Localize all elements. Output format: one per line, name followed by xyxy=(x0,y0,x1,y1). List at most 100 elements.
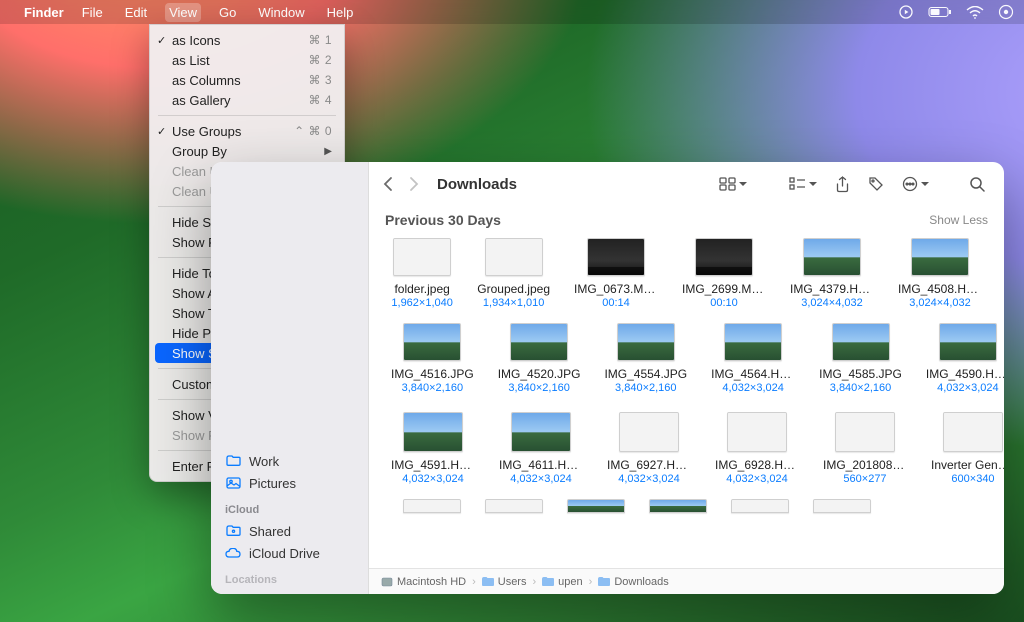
path-crumb[interactable]: Downloads xyxy=(598,576,668,588)
file-item[interactable]: IMG_2699.MOV00:10 xyxy=(682,238,766,309)
menu-item[interactable]: Group By▶ xyxy=(150,141,344,161)
file-thumbnail xyxy=(617,323,675,361)
file-meta: 3,840×2,160 xyxy=(615,382,676,394)
file-item[interactable]: IMG_4591.HEIC4,032×3,024 xyxy=(391,412,475,485)
path-crumb[interactable]: upen xyxy=(542,576,582,588)
menubar-item-window[interactable]: Window xyxy=(254,3,308,22)
action-button[interactable] xyxy=(897,174,934,194)
file-item[interactable]: IMG_20180830_211407.jpg560×277 xyxy=(823,412,907,485)
file-meta: 4,032×3,024 xyxy=(726,473,787,485)
file-thumbnail xyxy=(619,412,679,452)
file-thumbnail xyxy=(724,323,782,361)
menubar-item-edit[interactable]: Edit xyxy=(121,3,151,22)
file-meta: 560×277 xyxy=(843,473,886,485)
file-item[interactable]: folder.jpeg1,962×1,040 xyxy=(391,238,453,309)
finder-window: Work Pictures iCloud Shared iCloud Drive… xyxy=(211,162,1004,594)
file-item[interactable]: IMG_4564.HEIC4,032×3,024 xyxy=(711,323,795,394)
chevron-right-icon: › xyxy=(472,576,476,588)
file-meta: 3,840×2,160 xyxy=(508,382,569,394)
file-meta: 00:14 xyxy=(602,297,630,309)
menubar-item-file[interactable]: File xyxy=(78,3,107,22)
file-thumbnail xyxy=(511,412,571,452)
file-thumbnail xyxy=(403,323,461,361)
menu-item-label: as List xyxy=(172,53,210,68)
file-meta: 3,840×2,160 xyxy=(830,382,891,394)
sidebar-item-work[interactable]: Work xyxy=(211,450,368,472)
file-item[interactable]: IMG_6928.HEIC4,032×3,024 xyxy=(715,412,799,485)
check-icon: ✓ xyxy=(157,34,166,47)
file-item[interactable]: IMG_4585.JPG3,840×2,160 xyxy=(819,323,902,394)
file-name: IMG_4379.HEIC xyxy=(790,282,874,296)
file-item[interactable]: IMG_4520.JPG3,840×2,160 xyxy=(498,323,581,394)
file-name: IMG_4564.HEIC xyxy=(711,367,795,381)
file-grid: folder.jpeg1,962×1,040 Grouped.jpeg1,934×… xyxy=(369,234,1004,568)
wifi-icon[interactable] xyxy=(966,6,984,19)
path-crumb[interactable]: Users xyxy=(482,576,527,588)
menubar-app-name[interactable]: Finder xyxy=(24,5,64,20)
sidebar-section-icloud: iCloud xyxy=(211,504,368,516)
forward-button[interactable] xyxy=(408,176,419,192)
menubar-item-view[interactable]: View xyxy=(165,3,201,22)
file-thumbnail[interactable] xyxy=(731,499,789,513)
file-item[interactable]: IMG_4590.HEIC4,032×3,024 xyxy=(926,323,1004,394)
file-name: IMG_2699.MOV xyxy=(682,282,766,296)
file-thumbnail[interactable] xyxy=(649,499,707,513)
sidebar-item-label: Pictures xyxy=(249,476,296,491)
file-thumbnail[interactable] xyxy=(485,499,543,513)
battery-icon[interactable] xyxy=(928,6,952,18)
sidebar-item-pictures[interactable]: Pictures xyxy=(211,472,368,494)
menu-item[interactable]: ✓Use Groups⌃ ⌘ 0 xyxy=(150,121,344,141)
menu-item-label: Use Groups xyxy=(172,124,241,139)
menu-shortcut: ⌘ 4 xyxy=(308,93,332,107)
file-name: Grouped.jpeg xyxy=(477,282,550,296)
file-item[interactable]: IMG_0673.MOV00:14 xyxy=(574,238,658,309)
file-item[interactable]: IMG_4611.HEIC4,032×3,024 xyxy=(499,412,583,485)
file-item[interactable]: IMG_4516.JPG3,840×2,160 xyxy=(391,323,474,394)
file-thumbnail xyxy=(485,238,543,276)
group-by-button[interactable] xyxy=(784,175,822,193)
file-meta: 4,032×3,024 xyxy=(618,473,679,485)
share-button[interactable] xyxy=(830,174,855,195)
show-less-button[interactable]: Show Less xyxy=(929,213,988,227)
file-item[interactable]: IMG_6927.HEIC4,032×3,024 xyxy=(607,412,691,485)
menu-shortcut: ⌘ 3 xyxy=(308,73,332,87)
menu-item[interactable]: as Columns⌘ 3 xyxy=(150,70,344,90)
file-name: IMG_4611.HEIC xyxy=(499,458,583,472)
file-item[interactable]: IMG_4554.JPG3,840×2,160 xyxy=(604,323,687,394)
sidebar-item-shared[interactable]: Shared xyxy=(211,520,368,542)
file-item[interactable]: IMG_4508.HEIC3,024×4,032 xyxy=(898,238,982,309)
screen-mirroring-icon[interactable] xyxy=(898,4,914,20)
file-thumbnail[interactable] xyxy=(403,499,461,513)
search-button[interactable] xyxy=(964,174,990,194)
finder-sidebar: Work Pictures iCloud Shared iCloud Drive… xyxy=(211,162,369,594)
file-meta: 3,024×4,032 xyxy=(801,297,862,309)
file-name: IMG_6928.HEIC xyxy=(715,458,799,472)
file-item[interactable]: Grouped.jpeg1,934×1,010 xyxy=(477,238,550,309)
file-thumbnail[interactable] xyxy=(813,499,871,513)
menubar-item-help[interactable]: Help xyxy=(323,3,358,22)
menubar-item-go[interactable]: Go xyxy=(215,3,240,22)
control-center-icon[interactable] xyxy=(998,4,1014,20)
file-meta: 600×340 xyxy=(951,473,994,485)
file-name: IMG_4591.HEIC xyxy=(391,458,475,472)
file-meta: 4,032×3,024 xyxy=(510,473,571,485)
sidebar-item-icloud-drive[interactable]: iCloud Drive xyxy=(211,542,368,564)
file-item[interactable]: Inverter Generat...r You.jpg600×340 xyxy=(931,412,1004,485)
file-meta: 4,032×3,024 xyxy=(402,473,463,485)
file-thumbnail xyxy=(393,238,451,276)
path-crumb[interactable]: Macintosh HD xyxy=(381,576,466,588)
file-thumbnail xyxy=(403,412,463,452)
back-button[interactable] xyxy=(383,176,394,192)
menu-shortcut: ⌘ 1 xyxy=(308,33,332,47)
menu-item[interactable]: ✓as Icons⌘ 1 xyxy=(150,30,344,50)
file-item[interactable]: IMG_4379.HEIC3,024×4,032 xyxy=(790,238,874,309)
tags-button[interactable] xyxy=(863,174,889,194)
menu-item[interactable]: as List⌘ 2 xyxy=(150,50,344,70)
file-name: IMG_4520.JPG xyxy=(498,367,581,381)
view-mode-button[interactable] xyxy=(714,175,752,193)
finder-main: Downloads Previous 30 Days Show Less fol… xyxy=(369,162,1004,594)
file-name: IMG_20180830_211407.jpg xyxy=(823,458,907,472)
menu-item[interactable]: as Gallery⌘ 4 xyxy=(150,90,344,110)
shared-folder-icon xyxy=(225,523,241,539)
file-thumbnail[interactable] xyxy=(567,499,625,513)
